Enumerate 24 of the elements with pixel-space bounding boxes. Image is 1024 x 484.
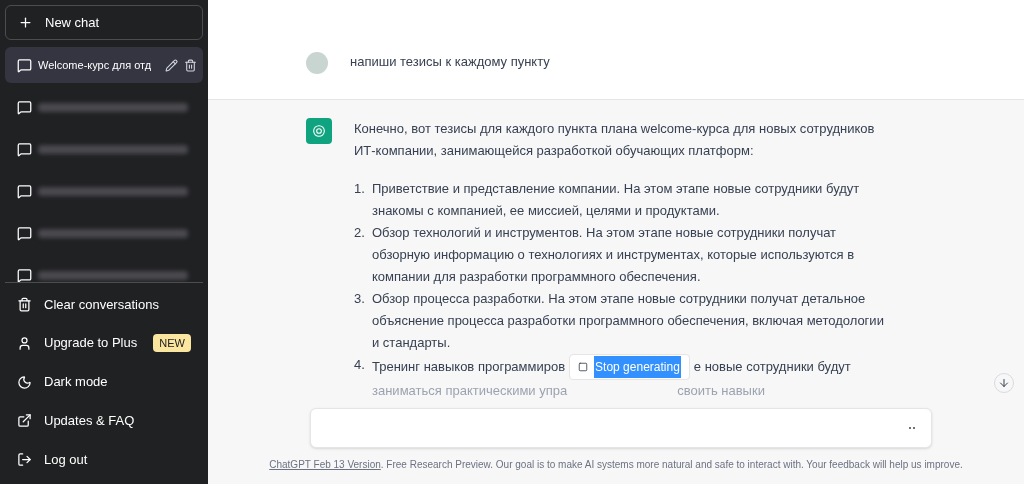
list-item-text: е новые сотрудники будут <box>693 358 851 376</box>
footer-text: ChatGPT Feb 13 Version. Free Research Preview. Our goal is to make AI systems more natural and safe to interact with. Your feedback will help us improve. <box>269 458 963 472</box>
menu-item[interactable]: Dark mode <box>5 362 203 402</box>
list-number: 2. <box>354 224 366 242</box>
list-item-text: заниматься практическими упра <box>372 382 568 400</box>
assistant-message: Конечно, вот тезисы для каждого пункта плана welcome-курса для новых сотрудников ИТ-компании, занимающейся разработкой обучающих платформ: <box>354 120 876 160</box>
chat-title: Welcome-курс для отд <box>38 57 152 73</box>
chat-item[interactable]: Welcome-курс для отд <box>5 47 203 83</box>
menu-item[interactable]: Log out <box>5 440 203 479</box>
list-number: 1. <box>354 180 366 198</box>
new-badge: NEW <box>153 333 191 353</box>
version-link[interactable]: ChatGPT Feb 13 Version <box>269 459 381 470</box>
user-message: напиши тезисы к каждому пункту <box>350 53 550 71</box>
new-chat-button[interactable]: New chat <box>5 5 203 40</box>
list-item-text: Тренинг навыков программиров <box>372 358 566 376</box>
menu-item[interactable]: Clear conversations <box>5 285 203 324</box>
list-number: 4. <box>354 356 366 374</box>
menu-item[interactable]: Upgrade to Plus NEW <box>5 323 203 363</box>
menu-item[interactable]: Updates & FAQ <box>5 401 203 441</box>
list-item-text: Обзор процесса разработки. На этом этапе новые сотрудники получат детальное объяснение процесса разработки программного обеспечения, включая методологии и стандарты. <box>372 290 885 352</box>
list-item-text: Приветствие и представление компании. На этом этапе новые сотрудники будут знакомы с компанией, ее миссией, целями и продуктами. <box>372 180 861 220</box>
list-item-text: Обзор технологий и инструментов. На этом этапе новые сотрудники получат обзорную информацию о технологиях и инструментах, которые используются в компании для разработки программного обеспечения. <box>372 224 856 286</box>
list-number: 3. <box>354 290 366 308</box>
list-item-text: своить навыки <box>677 382 765 400</box>
